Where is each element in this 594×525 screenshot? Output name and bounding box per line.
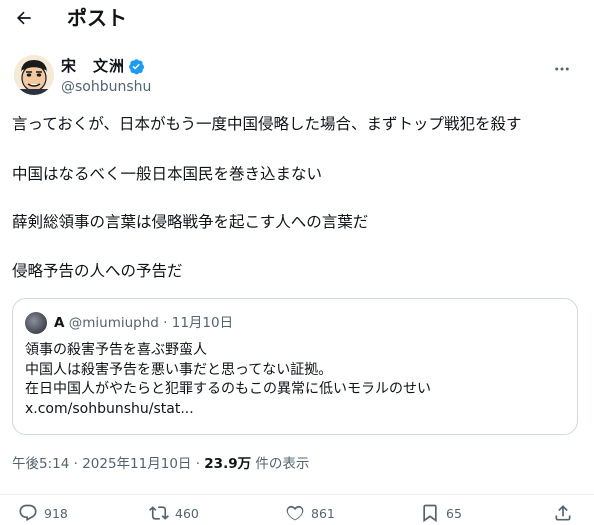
quoted-link: x.com/sohbunshu/stat... — [25, 400, 194, 417]
repost-count: 460 — [175, 505, 199, 521]
quoted-author-name: A — [54, 315, 65, 331]
back-arrow-icon — [17, 11, 31, 25]
more-icon — [555, 67, 569, 71]
avatar[interactable] — [14, 55, 54, 95]
verified-badge-icon — [128, 58, 145, 75]
views-label: 件の表示 — [251, 456, 310, 472]
post-line: 侵略予告の人への予告だ — [12, 262, 183, 280]
post-line: 言っておくが、日本がもう一度中国侵略した場合、まずトップ戦犯を殺す — [12, 115, 522, 133]
reply-icon — [19, 504, 37, 522]
quoted-avatar[interactable] — [25, 312, 47, 334]
post-timestamp[interactable]: 午後5:14 · 2025年11月10日 · — [12, 456, 204, 472]
repost-button[interactable]: 460 — [149, 503, 199, 523]
bookmark-icon — [423, 504, 437, 523]
quoted-post[interactable]: A @miumiuphd · 11月10日 領事の殺害予告を喜ぶ野蛮人 中国人は… — [12, 298, 578, 435]
like-count: 861 — [311, 505, 335, 521]
author-display-name[interactable]: 宋 文洲 — [61, 56, 125, 76]
quoted-line: 在日中国人がやたらと犯罪するのもこの異常に低いモラルのせい — [25, 381, 431, 397]
more-button[interactable] — [552, 59, 572, 79]
avatar-cartoon-icon — [14, 55, 54, 95]
post-line: 薛剣総領事の言葉は侵略戦争を起こす人への言葉だ — [12, 213, 369, 231]
post-line: 中国はなるべく一般日本国民を巻き込まない — [12, 165, 323, 183]
share-icon — [555, 505, 571, 521]
quoted-meta: @miumiuphd · 11月10日 — [68, 315, 234, 331]
page-title: ポスト — [67, 6, 127, 30]
back-button[interactable] — [10, 4, 38, 32]
reply-button[interactable]: 918 — [18, 503, 68, 523]
action-bar: 918 460 861 65 — [0, 494, 594, 525]
post-meta: 午後5:14 · 2025年11月10日 · 23.9万 件の表示 — [12, 454, 309, 474]
bookmark-button[interactable]: 65 — [420, 503, 462, 523]
quoted-line: 中国人は殺害予告を悪い事だと思ってない証拠。 — [25, 361, 333, 378]
views-count: 23.9万 — [204, 456, 252, 472]
like-button[interactable]: 861 — [285, 503, 335, 523]
repost-icon — [149, 506, 169, 520]
post-author: 宋 文洲 @sohbunshu — [14, 55, 580, 101]
quoted-text: 領事の殺害予告を喜ぶ野蛮人 中国人は殺害予告を悪い事だと思ってない証拠。 在日中… — [25, 341, 431, 419]
share-button[interactable] — [553, 503, 579, 523]
reply-count: 918 — [44, 505, 68, 521]
bookmark-count: 65 — [446, 505, 462, 521]
quoted-line: 領事の殺害予告を喜ぶ野蛮人 — [25, 342, 207, 358]
top-bar: ポスト — [0, 0, 594, 40]
like-icon — [286, 505, 304, 521]
author-handle[interactable]: @sohbunshu — [61, 78, 151, 96]
